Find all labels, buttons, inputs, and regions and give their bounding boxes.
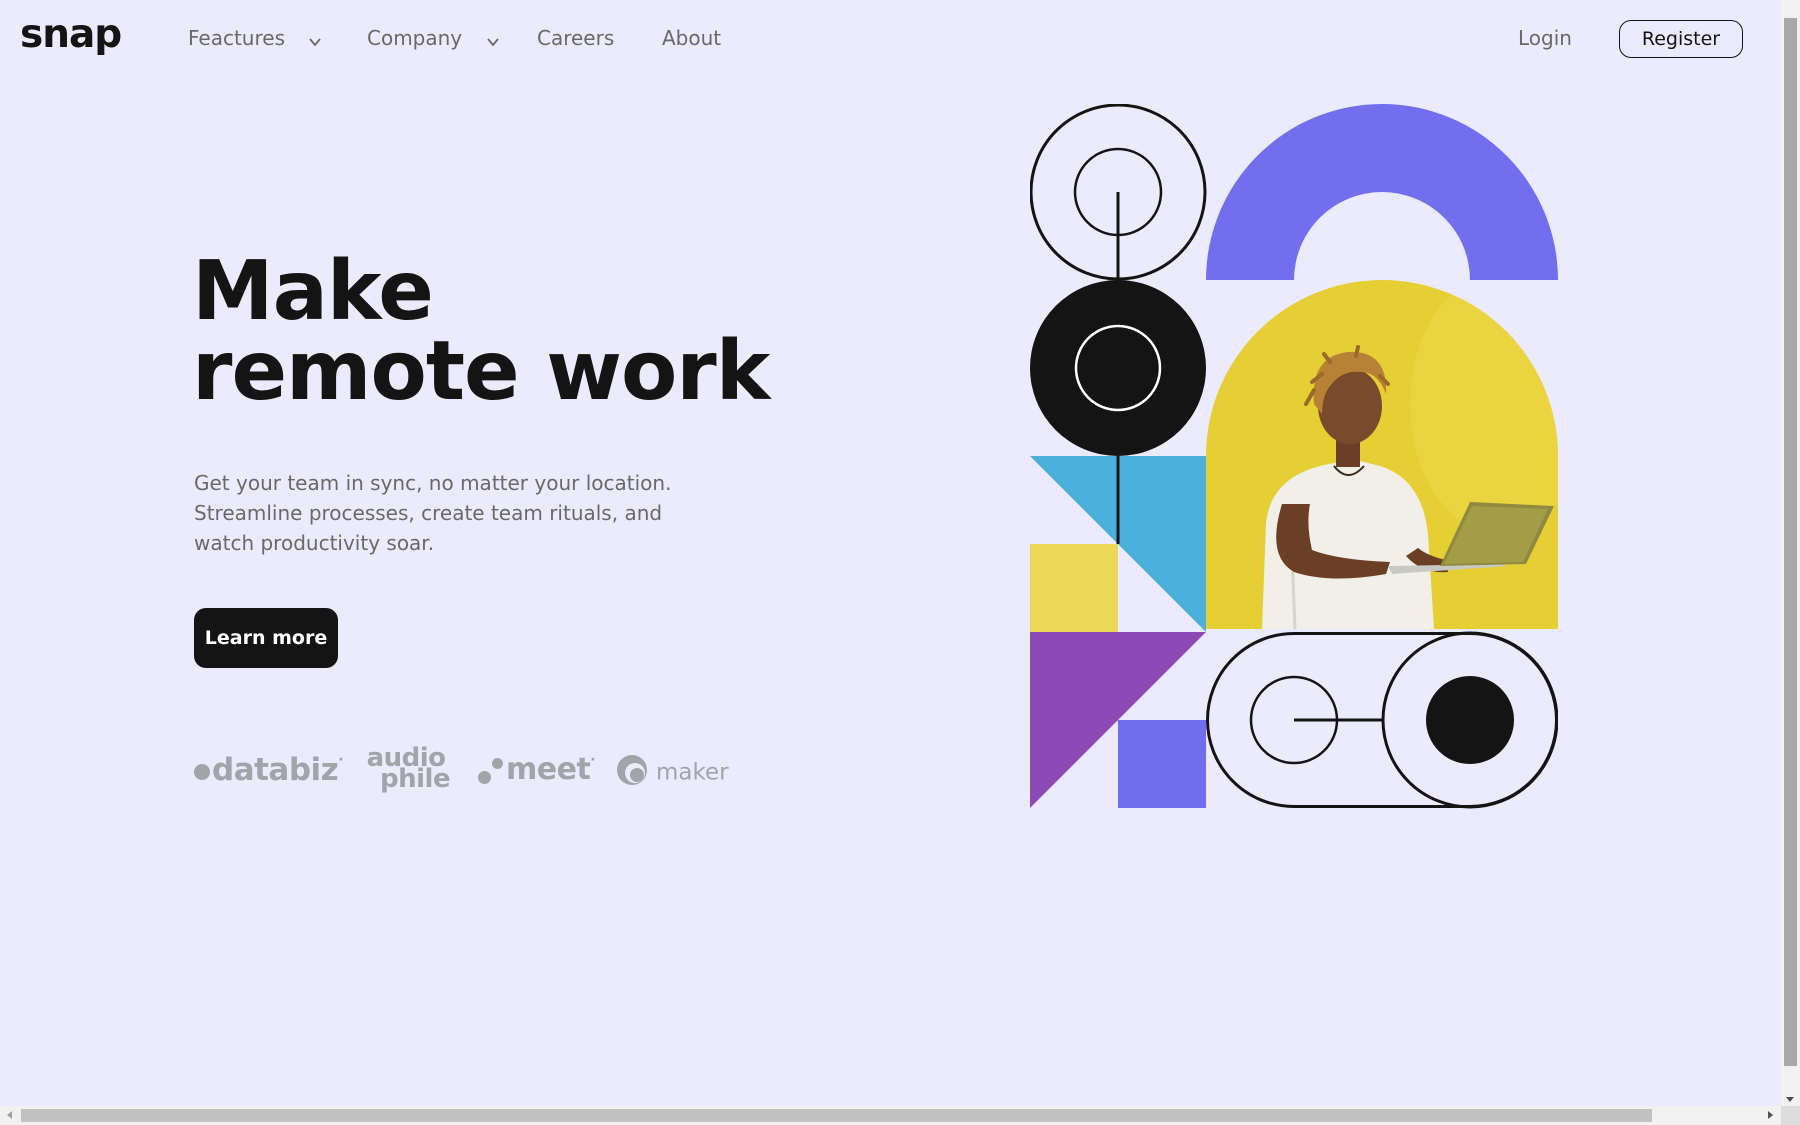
snap-logo[interactable]: snap [20, 12, 122, 57]
audiophile-logo: audio phile [362, 745, 451, 792]
register-button[interactable]: Register [1619, 20, 1743, 58]
periwinkle-square-shape [1118, 720, 1206, 808]
nav-item-label: Careers [537, 26, 615, 50]
hero-headline: Make remote work [192, 244, 770, 419]
nav-item-label: About [662, 26, 722, 50]
nav-item-label: Feactures [188, 26, 285, 50]
purple-arch-shape [1206, 104, 1558, 280]
nav-item-features[interactable]: Feactures [188, 26, 322, 52]
login-link[interactable]: Login [1518, 26, 1572, 50]
databiz-dot-icon [194, 764, 210, 780]
learn-more-button[interactable]: Learn more [194, 608, 338, 668]
meet-logo: meet· [478, 752, 596, 787]
nav-item-company[interactable]: Company [367, 26, 499, 52]
client-name: databiz [212, 752, 339, 788]
scrollbar-thumb[interactable] [21, 1109, 1652, 1122]
yellow-square-shape [1030, 544, 1118, 632]
maker-logo: maker [616, 754, 729, 792]
scrollbar-thumb[interactable] [1784, 18, 1797, 1066]
subtitle-line: watch productivity soar. [194, 531, 435, 555]
horizontal-scrollbar[interactable] [0, 1106, 1781, 1125]
geometric-hero-illustration-icon [1029, 103, 1559, 809]
headline-line: Make [192, 244, 434, 339]
black-circle-shape [1030, 280, 1206, 456]
subtitle-line: Streamline processes, create team ritual… [194, 501, 663, 525]
person-holding-laptop-photo [1206, 280, 1558, 629]
meet-dots-icon [478, 756, 506, 786]
subtitle-line: Get your team in sync, no matter your lo… [194, 471, 672, 495]
headline-line: remote work [192, 324, 770, 419]
hero-subtitle: Get your team in sync, no matter your lo… [194, 468, 734, 558]
vertical-scrollbar[interactable] [1781, 0, 1800, 1106]
hero-illustration [1029, 103, 1559, 810]
nav-item-label: Company [367, 26, 463, 50]
landing-page: snap Feactures Company Careers About Log… [0, 0, 1800, 1125]
nav-item-about[interactable]: About [662, 26, 721, 50]
nav-item-careers[interactable]: Careers [537, 26, 614, 50]
chevron-down-icon [486, 28, 499, 52]
maker-icon [616, 754, 648, 792]
outline-circle-shape [1029, 103, 1207, 281]
client-name: meet [506, 752, 591, 787]
client-name: maker [656, 759, 729, 786]
scrollbar-corner [1781, 1106, 1800, 1125]
scroll-down-arrow-icon[interactable] [1786, 1097, 1794, 1102]
pill-shape [1206, 631, 1559, 809]
scroll-left-arrow-icon[interactable] [7, 1111, 12, 1119]
databiz-logo: databiz· [194, 752, 344, 788]
scroll-right-arrow-icon[interactable] [1768, 1111, 1773, 1119]
chevron-down-icon [309, 28, 322, 52]
